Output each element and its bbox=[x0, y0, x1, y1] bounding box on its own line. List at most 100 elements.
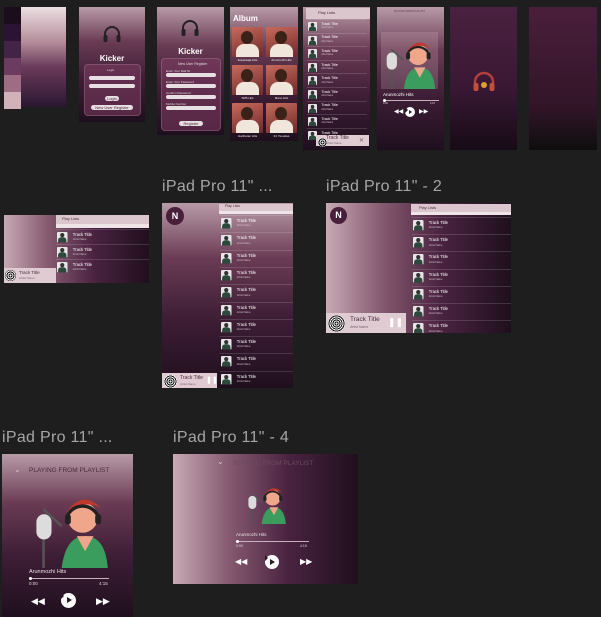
track-artist: Artist Name bbox=[321, 95, 334, 98]
play-button[interactable] bbox=[265, 555, 279, 569]
track-row[interactable]: Track TitleArtist Name bbox=[307, 73, 367, 88]
track-title: Track Title bbox=[236, 356, 256, 362]
email-field[interactable] bbox=[89, 76, 135, 80]
search-field[interactable] bbox=[411, 212, 511, 215]
track-row[interactable]: Track TitleArtist Name bbox=[220, 284, 293, 302]
track-title: Track Title bbox=[72, 262, 92, 268]
rewind-icon[interactable]: ◀◀ bbox=[235, 557, 247, 566]
track-artist: Artist Name bbox=[428, 226, 443, 230]
track-row[interactable]: Track TitleArtist Name bbox=[56, 259, 149, 275]
mini-player-title: Track Title bbox=[19, 270, 40, 275]
player-phone-progress[interactable] bbox=[383, 99, 439, 102]
track-row[interactable]: Track TitleArtist Name bbox=[220, 370, 293, 388]
ipad-4-frame: ⌄ PLAYING FROM PLAYLIST Arunmozhi Hits 0… bbox=[173, 454, 358, 584]
album-name: Arunmozhi Hits bbox=[271, 58, 292, 62]
track-row[interactable]: Track TitleArtist Name bbox=[220, 232, 293, 250]
profile-badge[interactable]: N bbox=[330, 207, 347, 224]
fast-forward-icon[interactable]: ▶▶ bbox=[96, 596, 110, 607]
track-title: Track Title bbox=[236, 218, 256, 224]
track-row[interactable]: Track TitleArtist Name bbox=[412, 234, 511, 252]
track-row[interactable]: Track TitleArtist Name bbox=[307, 87, 367, 102]
playing-from-label: PLAYING FROM PLAYLIST bbox=[29, 467, 110, 474]
track-row[interactable]: Track TitleArtist Name bbox=[307, 19, 367, 34]
track-row[interactable]: Track TitleArtist Name bbox=[307, 100, 367, 116]
track-row[interactable]: Track TitleArtist Name bbox=[220, 249, 293, 268]
play-button[interactable] bbox=[61, 593, 76, 608]
artist-avatar bbox=[308, 35, 317, 45]
album-card[interactable]: SPB Hits bbox=[232, 65, 263, 101]
track-row[interactable]: Track TitleArtist Name bbox=[220, 318, 293, 337]
register-password-field[interactable] bbox=[166, 84, 216, 88]
track-row[interactable]: Track TitleArtist Name bbox=[412, 217, 511, 235]
fast-forward-icon[interactable]: ▶▶ bbox=[300, 557, 312, 566]
artist-avatar bbox=[413, 254, 424, 265]
empty-frame bbox=[529, 7, 597, 150]
play-button[interactable] bbox=[405, 107, 415, 117]
album-card[interactable]: Hariharan Hits bbox=[232, 103, 263, 139]
register-email-field[interactable] bbox=[166, 73, 216, 77]
artist-avatar bbox=[308, 103, 317, 113]
track-artist: Artist Name bbox=[236, 345, 251, 349]
playlist-header: Play Lists bbox=[306, 8, 370, 19]
track-row[interactable]: Track TitleArtist Name bbox=[307, 59, 367, 75]
track-row[interactable]: Track TitleArtist Name bbox=[412, 320, 511, 333]
track-row[interactable]: Track TitleArtist Name bbox=[412, 285, 511, 304]
fast-forward-icon[interactable]: ▶▶ bbox=[419, 108, 428, 115]
confirm-password-field[interactable] bbox=[166, 95, 216, 99]
register-button[interactable]: Register bbox=[179, 121, 203, 126]
chevron-down-icon[interactable]: ⌄ bbox=[14, 465, 21, 474]
track-row[interactable]: Track TitleArtist Name bbox=[412, 303, 511, 321]
progress-bar[interactable] bbox=[29, 577, 109, 580]
app-title: Kicker bbox=[178, 47, 203, 56]
board-title: iPad Pro 11" ... bbox=[162, 178, 273, 195]
singer-illustration bbox=[248, 488, 286, 524]
pause-icon[interactable]: ❚❚ bbox=[206, 376, 218, 384]
search-field[interactable] bbox=[56, 224, 149, 228]
close-icon[interactable]: ✕ bbox=[359, 137, 364, 144]
album-card[interactable]: Arunmozhi Hits bbox=[266, 27, 297, 63]
artist-avatar bbox=[221, 269, 232, 281]
spiral-icon bbox=[328, 315, 345, 332]
login-button[interactable]: Login bbox=[105, 96, 119, 101]
artist-avatar bbox=[57, 232, 68, 243]
chevron-down-icon[interactable]: ⌄ bbox=[217, 457, 224, 466]
track-row[interactable]: Track TitleArtist Name bbox=[220, 215, 293, 233]
progress-bar[interactable] bbox=[236, 540, 309, 543]
track-row[interactable]: Track TitleArtist Name bbox=[412, 268, 511, 287]
mobile-field[interactable] bbox=[166, 106, 216, 110]
artist-avatar bbox=[413, 237, 424, 248]
album-card[interactable]: Ilaiyaraaja Hits bbox=[232, 27, 263, 63]
search-field[interactable] bbox=[219, 211, 293, 214]
board-title: iPad Pro 11" ... bbox=[2, 429, 113, 446]
track-row[interactable]: Track TitleArtist Name bbox=[307, 46, 367, 61]
track-row[interactable]: Track TitleArtist Name bbox=[307, 32, 367, 48]
track-artist: Artist Name bbox=[321, 40, 334, 43]
track-row[interactable]: Track TitleArtist Name bbox=[412, 251, 511, 269]
track-row[interactable]: Track TitleArtist Name bbox=[220, 301, 293, 320]
track-row[interactable]: Track TitleArtist Name bbox=[307, 114, 367, 129]
elapsed-time: 0:00 bbox=[236, 544, 243, 548]
playing-from-label: PLAYING FROM PLAYLIST bbox=[233, 460, 314, 467]
register-frame: Kicker New User Register Enter Your Mail… bbox=[157, 7, 224, 135]
album-name: SPB Hits bbox=[241, 96, 254, 100]
playlist-header-label: Play Lists bbox=[62, 216, 80, 221]
track-row[interactable]: Track TitleArtist Name bbox=[56, 244, 149, 260]
profile-badge[interactable]: N bbox=[166, 207, 184, 225]
palette-swatch bbox=[4, 58, 21, 75]
password-field[interactable] bbox=[89, 84, 135, 88]
rewind-icon[interactable]: ◀◀ bbox=[31, 596, 45, 607]
track-row[interactable]: Track TitleArtist Name bbox=[220, 336, 293, 354]
album-card[interactable]: Mano Hits bbox=[266, 65, 297, 101]
track-artist: Artist Name bbox=[428, 260, 443, 264]
track-artist: Artist Name bbox=[236, 380, 251, 384]
artist-avatar bbox=[221, 304, 232, 315]
register-title: New User Register bbox=[178, 62, 208, 66]
album-card[interactable]: KJ Yesudas bbox=[266, 103, 297, 139]
album-name: Hariharan Hits bbox=[237, 134, 258, 138]
new-user-register-link[interactable]: New User Register bbox=[91, 105, 133, 110]
rewind-icon[interactable]: ◀◀ bbox=[394, 108, 403, 115]
pause-icon[interactable]: ❚❚ bbox=[388, 317, 403, 328]
track-row[interactable]: Track TitleArtist Name bbox=[220, 353, 293, 371]
track-row[interactable]: Track TitleArtist Name bbox=[56, 229, 149, 245]
track-row[interactable]: Track TitleArtist Name bbox=[220, 266, 293, 285]
